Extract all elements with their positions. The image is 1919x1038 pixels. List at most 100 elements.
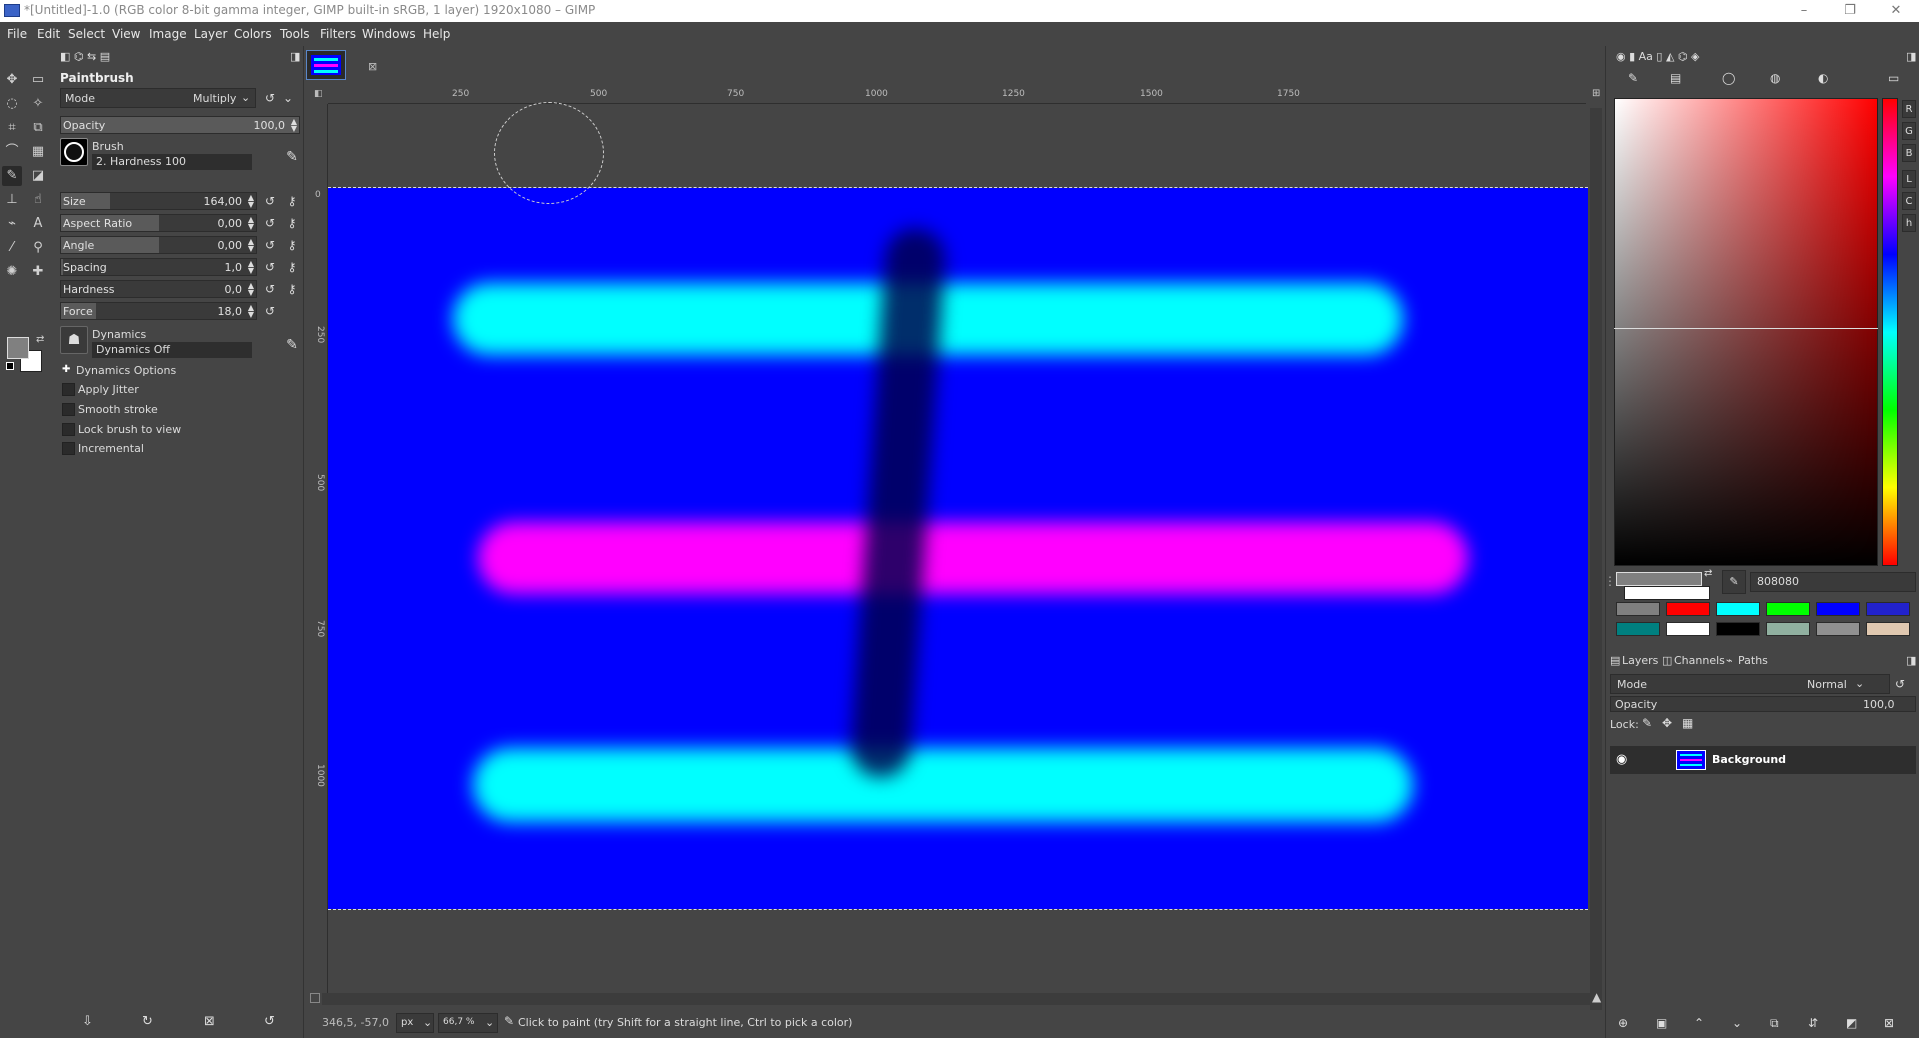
layer-mode-select[interactable]: Mode Normal ⌄ — [1610, 674, 1890, 694]
force-slider[interactable]: Force 18,0 ▲ ▼ — [60, 302, 257, 320]
vertical-scrollbar[interactable] — [1590, 108, 1602, 1038]
color-history-swatch[interactable] — [1866, 622, 1910, 636]
eraser-tool-icon[interactable]: ◪ — [28, 166, 48, 186]
duplicate-layer-icon[interactable]: ⧉ — [1770, 1016, 1779, 1031]
channel-c-button[interactable]: C — [1902, 192, 1916, 210]
swap-colors-icon[interactable]: ⇄ — [1704, 568, 1712, 579]
aspect-ratio-slider[interactable]: Aspect Ratio 0,00 ▲ ▼ — [60, 214, 257, 232]
channels-tab[interactable]: Channels — [1674, 654, 1725, 667]
layers-menu-icon[interactable]: ◨ — [1906, 654, 1916, 667]
link-aspect-icon[interactable]: ⚷ — [284, 214, 300, 232]
color-selector-cmyk-icon[interactable]: ▤ — [1670, 71, 1681, 85]
clone-tool-icon[interactable]: ⊥ — [2, 190, 22, 210]
lock-alpha-icon[interactable]: ▦ — [1682, 716, 1693, 730]
restore-options-icon[interactable]: ↻ — [142, 1014, 153, 1029]
image-tab[interactable] — [306, 50, 346, 80]
menu-select[interactable]: Select — [68, 27, 105, 41]
dynamics-icon[interactable]: ☗ — [60, 326, 88, 354]
color-history-swatch[interactable] — [1666, 622, 1710, 636]
menu-colors[interactable]: Colors — [234, 27, 272, 41]
brush-preview[interactable] — [60, 138, 88, 166]
warp-tool-icon[interactable]: ⌒ — [2, 142, 22, 162]
channel-b-button[interactable]: B — [1902, 144, 1916, 162]
quick-mask-corner-icon[interactable]: ◧ — [314, 89, 323, 99]
color-picker-tool-icon[interactable]: ⁄ — [2, 238, 22, 258]
spin-arrows-icon[interactable]: ▲ ▼ — [248, 260, 254, 275]
color-selector-watercolor-icon[interactable]: ◍ — [1770, 71, 1780, 85]
color-selector-scales-icon[interactable]: ◐ — [1818, 71, 1828, 85]
spacing-slider[interactable]: Spacing 1,0 ▲ ▼ — [60, 258, 257, 276]
menu-tools[interactable]: Tools — [280, 27, 310, 41]
smudge-tool-icon[interactable]: ☝ — [28, 190, 48, 210]
hardness-slider[interactable]: Hardness 0,0 ▲ ▼ — [60, 280, 257, 298]
color-history-swatch[interactable] — [1616, 622, 1660, 636]
move-tool-icon[interactable]: ✥ — [2, 70, 22, 90]
raise-layer-icon[interactable]: ⌃ — [1694, 1016, 1704, 1030]
top-ruler[interactable]: 250 500 750 1000 1250 1500 1750 — [328, 88, 1586, 104]
crop-tool-icon[interactable]: ⌗ — [2, 118, 22, 138]
color-history-swatch[interactable] — [1766, 602, 1810, 616]
image-canvas[interactable] — [328, 188, 1588, 909]
spin-arrows-icon[interactable]: ▲ ▼ — [248, 304, 254, 319]
save-options-icon[interactable]: ⇩ — [82, 1014, 93, 1029]
navigate-icon[interactable]: ⊞ — [1592, 88, 1600, 99]
menu-view[interactable]: View — [112, 27, 140, 41]
paintbrush-tool-icon[interactable]: ✎ — [2, 166, 22, 186]
zoom-to-fit-icon[interactable]: ▲ — [1592, 990, 1601, 1004]
dock-menu-icon[interactable]: ◨ — [1906, 50, 1916, 63]
edit-dynamics-icon[interactable]: ✎ — [284, 336, 300, 354]
menu-image[interactable]: Image — [149, 27, 187, 41]
text-tool-icon[interactable]: A — [28, 214, 48, 234]
maximize-button[interactable]: ❐ — [1827, 0, 1873, 22]
reset-options-icon[interactable]: ↺ — [264, 1014, 275, 1029]
lock-pixels-icon[interactable]: ✎ — [1642, 716, 1652, 730]
edit-brush-icon[interactable]: ✎ — [284, 148, 300, 166]
color-history-swatch[interactable] — [1716, 622, 1760, 636]
zoom-tool-icon[interactable]: ⚲ — [28, 238, 48, 258]
channel-h-button[interactable]: h — [1902, 214, 1916, 232]
menu-edit[interactable]: Edit — [37, 27, 60, 41]
mask-layer-icon[interactable]: ◩ — [1846, 1016, 1857, 1030]
swap-colors-icon[interactable]: ⇄ — [36, 334, 44, 345]
color-picker-icon[interactable]: ✎ — [1722, 570, 1746, 594]
layer-opacity-slider[interactable]: Opacity 100,0 — [1610, 696, 1916, 712]
color-history-swatch[interactable] — [1866, 602, 1910, 616]
color-history-swatch[interactable] — [1716, 602, 1760, 616]
menu-file[interactable]: File — [7, 27, 27, 41]
lock-brush-checkbox[interactable] — [62, 423, 75, 436]
delete-options-icon[interactable]: ⊠ — [204, 1014, 215, 1029]
brush-name-field[interactable]: 2. Hardness 100 — [92, 154, 252, 170]
close-tab-icon[interactable]: ⊠ — [368, 60, 377, 73]
horizontal-scrollbar[interactable] — [322, 993, 1590, 1005]
layer-mode-reset-icon[interactable]: ↺ — [1892, 675, 1908, 693]
size-slider[interactable]: Size 164,00 ▲ ▼ — [60, 192, 257, 210]
minimize-button[interactable]: – — [1781, 0, 1827, 22]
fg-color-bar[interactable] — [1616, 572, 1702, 586]
link-hardness-icon[interactable]: ⚷ — [284, 280, 300, 298]
quick-mask-toggle[interactable] — [310, 993, 320, 1003]
color-selector-wheel-icon[interactable]: ◯ — [1722, 71, 1735, 85]
reset-size-icon[interactable]: ↺ — [262, 192, 278, 210]
color-history-swatch[interactable] — [1616, 602, 1660, 616]
link-angle-icon[interactable]: ⚷ — [284, 236, 300, 254]
reset-spacing-icon[interactable]: ↺ — [262, 258, 278, 276]
menu-windows[interactable]: Windows — [362, 27, 416, 41]
left-ruler[interactable]: 0 250 500 750 1000 — [312, 104, 328, 1004]
reset-mode-icon[interactable]: ↺ — [262, 89, 278, 107]
lower-layer-icon[interactable]: ⌄ — [1732, 1016, 1742, 1030]
link-spacing-icon[interactable]: ⚷ — [284, 258, 300, 276]
panel-menu-icon[interactable]: ◨ — [290, 50, 300, 63]
channel-g-button[interactable]: G — [1902, 122, 1916, 140]
angle-slider[interactable]: Angle 0,00 ▲ ▼ — [60, 236, 257, 254]
transform-tool-icon[interactable]: ⧉ — [28, 118, 48, 138]
smooth-stroke-checkbox[interactable] — [62, 403, 75, 416]
dock-handle-right[interactable]: ⋮ — [1604, 574, 1616, 588]
brushes-tab-icon[interactable]: ◉ ▮ Aa ▯ ◭ ⌬ ◈ — [1616, 50, 1699, 63]
zoom-select[interactable]: 66,7 % ⌄ — [438, 1013, 498, 1033]
menu-filters[interactable]: Filters — [320, 27, 356, 41]
color-selector-gimp-icon[interactable]: ✎ — [1628, 71, 1638, 85]
new-layer-group-icon[interactable]: ▣ — [1656, 1016, 1667, 1030]
new-layer-icon[interactable]: ⊕ — [1618, 1016, 1628, 1030]
visibility-eye-icon[interactable]: ◉ — [1616, 752, 1627, 767]
reset-angle-icon[interactable]: ↺ — [262, 236, 278, 254]
